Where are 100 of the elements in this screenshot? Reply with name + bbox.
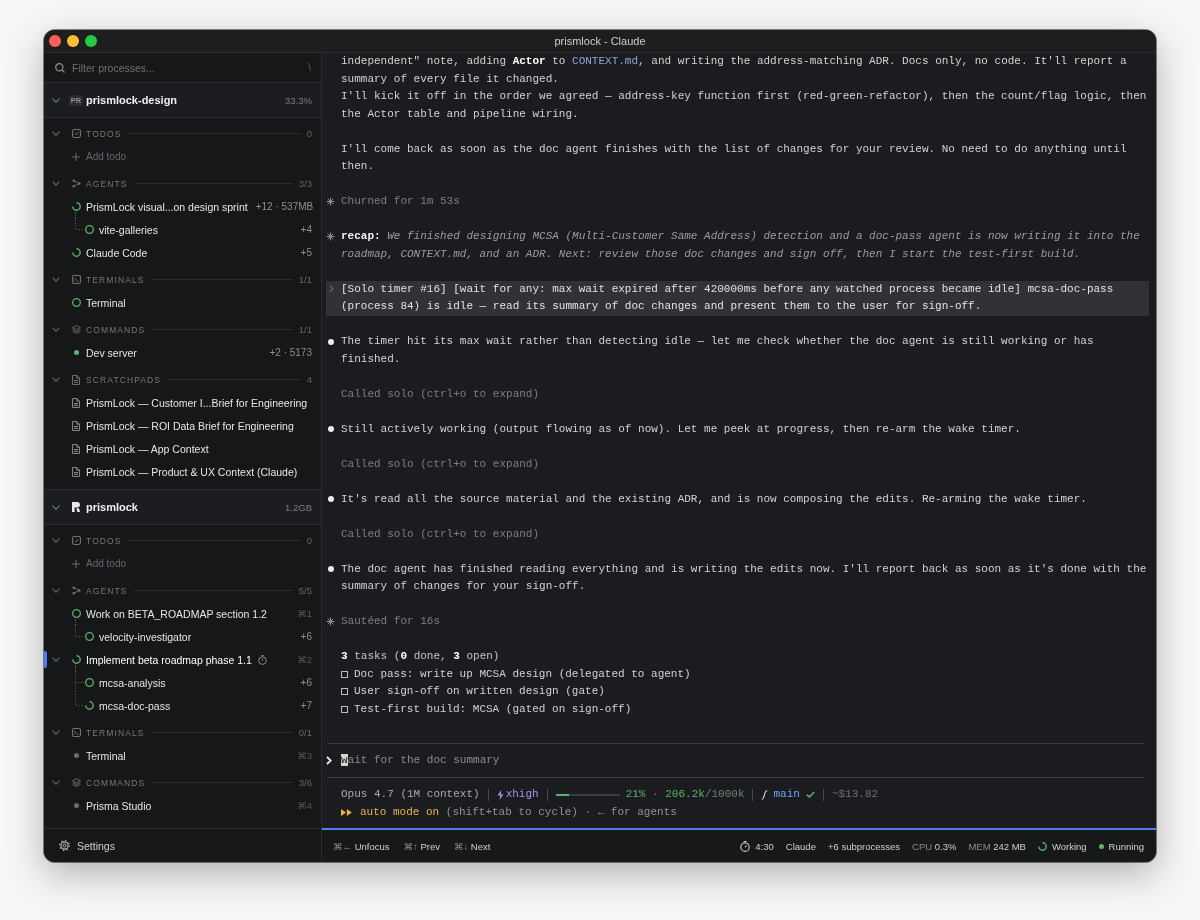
mode-hint: (shift+tab to cycle) · ← for agents: [445, 804, 677, 820]
process-stats: +12 · 537MB: [254, 201, 314, 212]
project-stat: 1.2GB: [285, 501, 312, 513]
assistant-message-text: Still actively working (output flowing as of now). Let me peek at progress, then re-arm the wake timer.: [341, 422, 1021, 435]
model-name: Opus 4.7 (1M context): [341, 787, 480, 802]
section-count: 1/1: [298, 274, 312, 285]
task-label: User sign-off on written design (gate): [354, 684, 605, 699]
scratchpad-item[interactable]: PrismLock — Customer I...Brief for Engineering: [44, 391, 321, 414]
assistant-message-text: It's read all the source material and the existing ADR, and is now composing the edits. Re-arming the wake timer.: [341, 492, 1087, 505]
memory-usage: MEM 242 MB: [968, 840, 1026, 852]
cpu-usage: CPU 0.3%: [912, 840, 957, 852]
subagent-item[interactable]: vite-galleries +4: [44, 218, 321, 241]
subprocess-count: +6 subprocesses: [827, 840, 900, 852]
task-label: Test-first build: MCSA (gated on sign-off): [354, 701, 632, 717]
agent-item[interactable]: Work on BETA_ROADMAP section 1.2 ⌘1: [44, 602, 321, 625]
shortcut-button[interactable]: ⌘↑ Prev: [403, 840, 440, 852]
process-stats: +5: [299, 247, 312, 258]
section-header[interactable]: TODOS 0: [44, 529, 321, 552]
bullet-icon: [328, 426, 334, 433]
scratchpad-item[interactable]: PrismLock — Product & UX Context (Claude): [44, 460, 321, 483]
shortcut-hint: ⌘3: [296, 750, 312, 761]
section-header[interactable]: COMMANDS 1/1: [44, 318, 321, 341]
shortcut-hint: ⌘1: [296, 608, 312, 619]
subagent-item[interactable]: mcsa-doc-pass +7: [44, 694, 321, 717]
scratchpad-item[interactable]: PrismLock — ROI Data Brief for Engineering: [44, 414, 321, 437]
chevron-icon: [326, 756, 332, 765]
tool-call-text: Called solo (ctrl+o to expand): [341, 387, 540, 400]
close-button[interactable]: [49, 35, 61, 47]
subagent-item[interactable]: mcsa-analysis +6: [44, 671, 321, 694]
section-header[interactable]: AGENTS 3/3: [44, 172, 321, 195]
terminal-icon: [71, 728, 81, 737]
status-dot-icon: [73, 803, 79, 808]
section-header[interactable]: TERMINALS 1/1: [44, 268, 321, 291]
document-icon: [72, 397, 80, 408]
spinner-icon: [71, 248, 81, 257]
bullet-icon: [328, 566, 334, 573]
section-header[interactable]: TERMINALS 0/1: [44, 721, 321, 744]
command-item[interactable]: Prisma Studio ⌘4: [44, 794, 321, 817]
zoom-button[interactable]: [85, 35, 97, 47]
elapsed-time: 4:30: [755, 840, 774, 852]
auto-mode-label: auto mode on: [360, 804, 440, 820]
branch-name: main: [773, 787, 800, 802]
task-label: Doc pass: write up MCSA design (delegated to agent): [354, 666, 691, 682]
terminal-item[interactable]: Terminal: [44, 291, 321, 314]
status-text: Sautéed for 16s: [341, 615, 441, 627]
shortcut-hint: \: [308, 62, 311, 73]
search-icon: [55, 62, 65, 73]
bullet-icon: [328, 496, 334, 503]
spinner-icon: [71, 202, 81, 211]
process-status: Running: [1108, 840, 1144, 852]
checkbox-icon: [71, 536, 81, 545]
terminal-item[interactable]: Terminal ⌘3: [44, 744, 321, 767]
shortcut-hint: ⌘2: [296, 654, 312, 665]
asterisk-icon: [326, 617, 335, 627]
asterisk-icon: [326, 232, 335, 242]
ring-icon: [71, 609, 81, 618]
assistant-message-text: The doc agent has finished reading everything and is writing the edits now. I'll report back as soon as it's done with the summary of changes for your sign-off.: [341, 562, 1147, 592]
section-header[interactable]: SCRATCHPADS 4: [44, 368, 321, 391]
context-usage-text: 21% · 206.2k/1000k: [625, 787, 745, 802]
minimize-button[interactable]: [67, 35, 79, 47]
settings-button[interactable]: Settings: [44, 829, 123, 862]
section-count: 5/5: [298, 585, 312, 596]
section-count: 0/1: [298, 727, 312, 738]
document-icon: [72, 420, 80, 431]
agent-item[interactable]: Implement beta roadmap phase 1.1 ⌘2: [44, 648, 321, 671]
document-icon: [72, 374, 80, 385]
process-name: Claude: [785, 840, 816, 852]
status-dot-icon: [73, 350, 79, 355]
message-text: I'll kick it off in the order we agreed — address-key function first (red-green-refactor), then the count/flag logic, then the Actor table and pipeline wiring.: [341, 89, 1148, 122]
ring-icon: [84, 225, 94, 234]
effort-level: xhigh: [505, 787, 539, 802]
process-stats: +6: [299, 677, 312, 688]
scratchpad-item[interactable]: PrismLock — App Context: [44, 437, 321, 460]
filter-input[interactable]: Filter processes...: [72, 61, 303, 74]
chevron-icon: [329, 285, 334, 294]
activity-status: Working: [1051, 840, 1087, 852]
project-stat: 33.3%: [285, 94, 312, 106]
agent-item[interactable]: PrismLock visual...on design sprint +12 · 537MB: [44, 195, 321, 218]
section-header[interactable]: TODOS 0: [44, 122, 321, 145]
message-text: I'll come back as soon as the doc agent finishes with the list of changes for your review. No need to do anything until then.: [341, 141, 1128, 174]
shortcut-button[interactable]: ⌘← Unfocus: [333, 840, 390, 852]
process-stats: +2 · 5173: [268, 347, 312, 358]
window-title: prismlock - Claude: [554, 35, 646, 47]
subagent-item[interactable]: velocity-investigator +6: [44, 625, 321, 648]
project-header[interactable]: prismlock 1.2GB: [44, 489, 321, 525]
tree-connector-line: [75, 218, 84, 230]
command-item[interactable]: Dev server +2 · 5173: [44, 341, 321, 364]
shortcut-button[interactable]: ⌘↓ Next: [453, 840, 491, 852]
status-text: Churned for 1m 53s: [341, 195, 460, 207]
stopwatch-icon: [740, 840, 751, 852]
lightning-icon: [496, 789, 504, 800]
process-stats: +4: [299, 224, 312, 235]
section-count: 4: [306, 374, 312, 385]
ring-icon: [84, 678, 94, 687]
section-header[interactable]: AGENTS 5/5: [44, 579, 321, 602]
section-count: 0: [306, 535, 312, 546]
agent-item[interactable]: Claude Code +5: [44, 241, 321, 264]
section-count: 0: [306, 128, 312, 139]
section-header[interactable]: COMMANDS 3/6: [44, 771, 321, 794]
tool-call-text: Called solo (ctrl+o to expand): [341, 527, 540, 540]
